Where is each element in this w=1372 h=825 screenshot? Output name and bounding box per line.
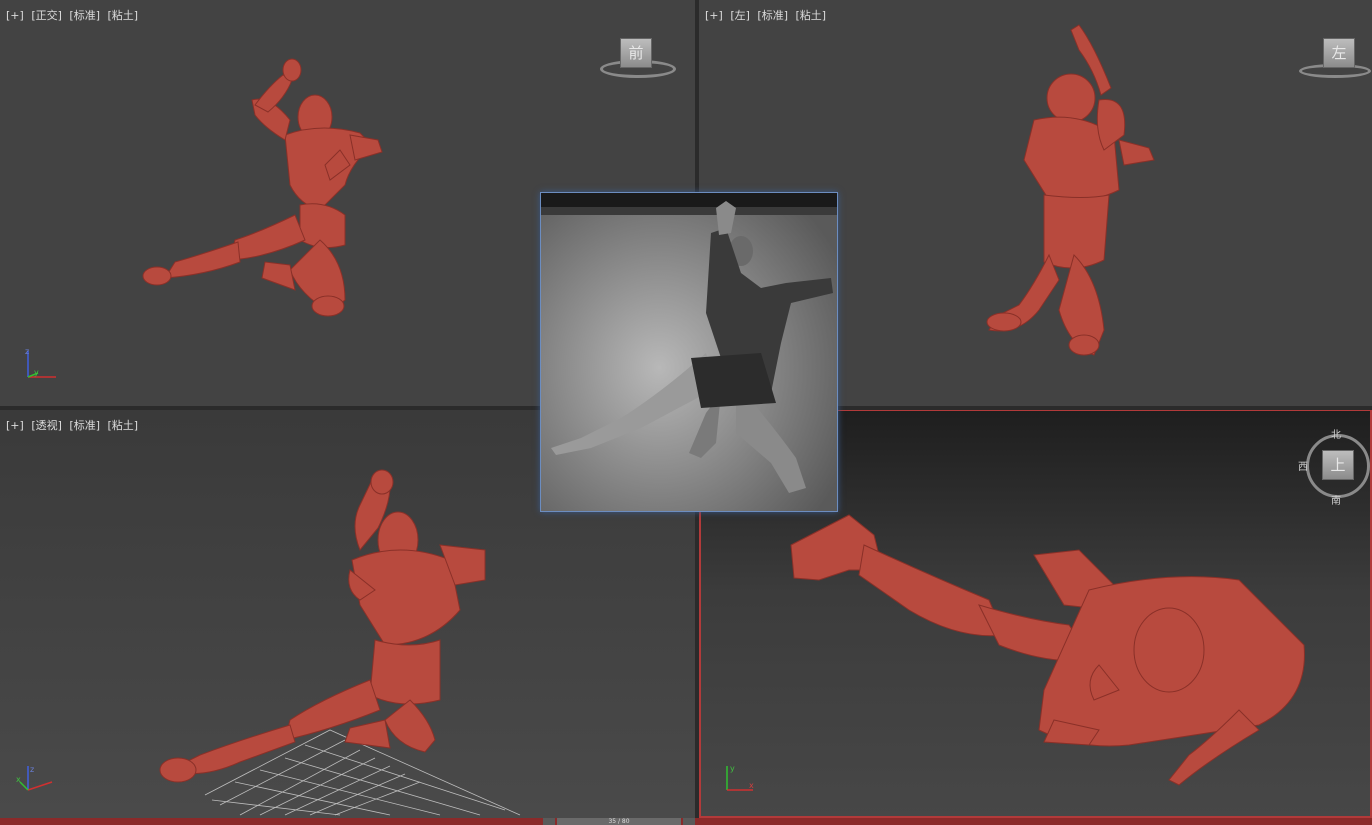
time-slider-thumb[interactable]: 35 / 80 <box>557 818 681 825</box>
axis-x-label: x <box>16 775 21 784</box>
dancer-reference-photo <box>541 193 837 511</box>
axis-y-label: y <box>34 368 39 377</box>
timeline-next-button[interactable] <box>683 818 695 825</box>
timeline-prev-button[interactable] <box>543 818 555 825</box>
axis-tripod-perspective: z x <box>16 765 53 791</box>
axis-tripod-top: y x <box>726 764 754 791</box>
axis-z-label: z <box>25 347 29 356</box>
axis-y-label: y <box>730 764 735 773</box>
axis-x-label: x <box>749 781 754 790</box>
axis-z-label: z <box>30 765 34 774</box>
reference-image-window[interactable] <box>540 192 838 512</box>
axis-tripod-front: z y <box>25 347 56 378</box>
